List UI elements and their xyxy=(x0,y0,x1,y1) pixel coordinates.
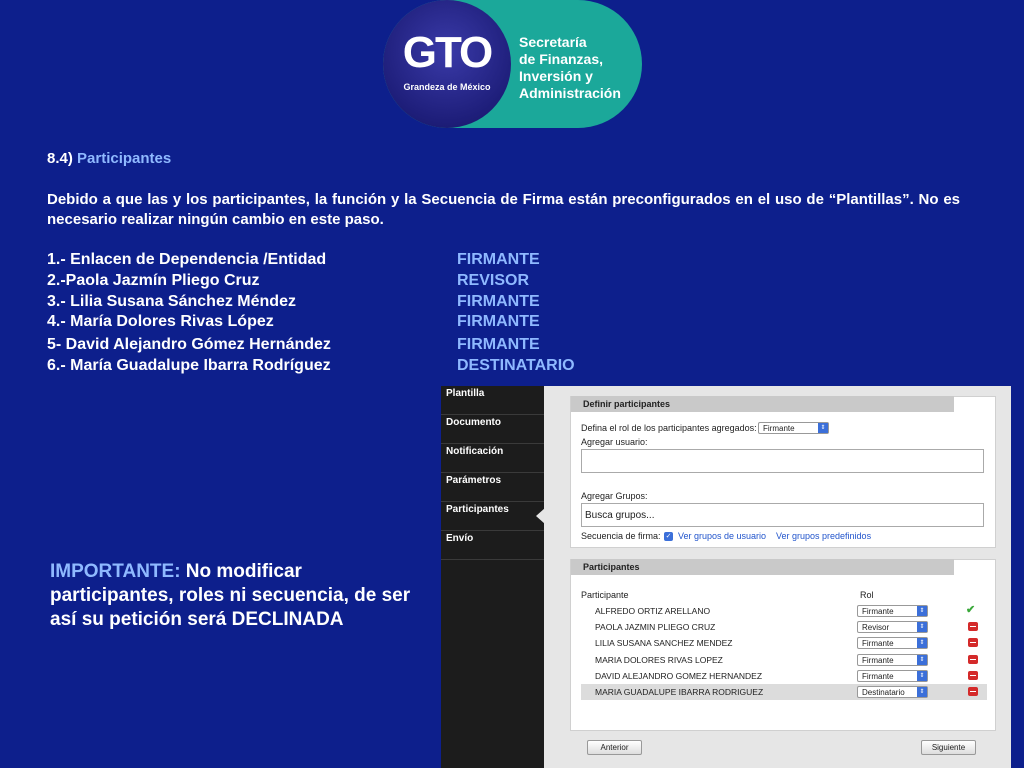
table-row[interactable]: LILIA SUSANA SANCHEZ MENDEZ Firmante ⇕ xyxy=(581,635,987,651)
participant-row: 3.- Lilia Susana Sánchez Méndez FIRMANTE xyxy=(47,293,607,314)
previous-button[interactable]: Anterior xyxy=(587,740,642,755)
row-role-select[interactable]: Firmante ⇕ xyxy=(857,637,928,650)
participant-role: FIRMANTE xyxy=(457,313,540,331)
table-row[interactable]: DAVID ALEJANDRO GOMEZ HERNANDEZ Firmante ⇕ xyxy=(581,668,987,684)
participant-row: 2.-Paola Jazmín Pliego Cruz REVISOR xyxy=(47,272,607,293)
chevron-updown-icon: ⇕ xyxy=(917,606,927,616)
remove-icon[interactable] xyxy=(968,654,978,664)
col-role-header: Rol xyxy=(860,590,874,600)
chevron-updown-icon: ⇕ xyxy=(917,654,927,665)
sidebar-item-participantes[interactable]: Participantes xyxy=(441,502,545,531)
row-role-value: Destinatario xyxy=(862,688,905,697)
next-button[interactable]: Siguiente xyxy=(921,740,976,755)
participant-row: 1.- Enlacen de Dependencia /Entidad FIRMA… xyxy=(47,251,607,272)
participant-row: 5- David Alejandro Gómez Hernández FIRMAN… xyxy=(47,336,607,357)
role-label: Defina el rol de los participantes agreg… xyxy=(581,423,757,433)
section-number: 8.4) xyxy=(47,150,73,167)
active-arrow-icon xyxy=(536,508,545,524)
participant-role: FIRMANTE xyxy=(457,251,540,268)
section-title: Participantes xyxy=(77,150,172,167)
participant-name: 6.- María Guadalupe Ibarra Rodríguez xyxy=(47,356,331,374)
sidebar-item-parametros[interactable]: Parámetros xyxy=(441,473,544,502)
participant-name: 4.- María Dolores Rivas López xyxy=(47,313,274,331)
participant-row: 6.- María Guadalupe Ibarra Rodríguez DEST… xyxy=(47,357,607,378)
participant-name-cell: LILIA SUSANA SANCHEZ MENDEZ xyxy=(595,638,733,649)
row-role-select[interactable]: Firmante ⇕ xyxy=(857,653,928,666)
row-role-value: Revisor xyxy=(862,623,890,633)
logo-org-name: Secretaría de Finanzas, Inversión y Admi… xyxy=(519,34,621,101)
participant-name: 3.- Lilia Susana Sánchez Méndez xyxy=(47,292,296,310)
description-text: Debido a que las y los participantes, la… xyxy=(47,191,960,228)
logo-tagline: Grandeza de México xyxy=(403,82,491,92)
table-row[interactable]: MARIA GUADALUPE IBARRA RODRIGUEZ Destinat… xyxy=(581,684,987,700)
remove-icon[interactable] xyxy=(968,687,978,696)
participant-role: DESTINATARIO xyxy=(457,356,575,374)
row-role-value: Firmante xyxy=(862,655,894,665)
row-role-value: Firmante xyxy=(862,639,894,649)
row-role-select[interactable]: Firmante ⇕ xyxy=(857,605,928,617)
check-icon: ✔ xyxy=(966,604,976,616)
predefined-groups-link[interactable]: Ver grupos predefinidos xyxy=(776,531,871,541)
col-participant-header: Participante xyxy=(581,590,629,600)
add-user-input[interactable] xyxy=(581,449,984,473)
participant-name: 1.- Enlacen de Dependencia /Entidad xyxy=(47,251,327,268)
participants-panel: Participantes Participante Rol ALFREDO O… xyxy=(570,559,996,731)
sidebar-item-envio[interactable]: Envío xyxy=(441,531,544,560)
participant-role: FIRMANTE xyxy=(457,292,540,310)
row-role-select[interactable]: Revisor ⇕ xyxy=(857,621,928,634)
sequence-checkbox[interactable]: ✓ xyxy=(664,532,673,541)
row-role-value: Firmante xyxy=(862,607,894,616)
chevron-updown-icon: ⇕ xyxy=(818,423,828,433)
important-note: IMPORTANTE: No modificar participantes, … xyxy=(50,560,430,632)
sidebar-item-documento[interactable]: Documento xyxy=(441,415,544,444)
participant-name-cell: MARIA DOLORES RIVAS LOPEZ xyxy=(595,654,723,665)
participant-name-cell: MARIA GUADALUPE IBARRA RODRIGUEZ xyxy=(595,687,764,697)
panel-title: Definir participantes xyxy=(571,396,954,412)
logo-brand: GTO xyxy=(402,28,494,77)
participant-list: 1.- Enlacen de Dependencia /Entidad FIRMA… xyxy=(47,251,607,378)
wizard-sidebar: Plantilla Documento Notificación Parámet… xyxy=(441,386,545,768)
table-row[interactable]: ALFREDO ORTIZ ARELLANO Firmante ⇕ ✔ xyxy=(581,603,987,619)
table-row[interactable]: MARIA DOLORES RIVAS LOPEZ Firmante ⇕ xyxy=(581,652,987,668)
important-keyword: IMPORTANTE: xyxy=(50,561,181,582)
sidebar-item-notificacion[interactable]: Notificación xyxy=(441,444,544,473)
define-participants-panel: Definir participantes Defina el rol de l… xyxy=(570,396,996,548)
role-select[interactable]: Firmante ⇕ xyxy=(758,422,829,434)
chevron-updown-icon: ⇕ xyxy=(917,622,927,633)
table-row[interactable]: PAOLA JAZMIN PLIEGO CRUZ Revisor ⇕ xyxy=(581,619,987,635)
add-groups-input[interactable]: Busca grupos... xyxy=(581,503,984,527)
add-user-label: Agregar usuario: xyxy=(581,437,648,447)
participant-name-cell: PAOLA JAZMIN PLIEGO CRUZ xyxy=(595,622,716,633)
participant-name-cell: DAVID ALEJANDRO GOMEZ HERNANDEZ xyxy=(595,670,763,681)
sequence-label: Secuencia de firma: xyxy=(581,531,661,541)
panel-title: Participantes xyxy=(571,559,954,575)
remove-icon[interactable] xyxy=(968,622,978,632)
section-heading: 8.4) Participantes xyxy=(47,150,171,167)
chevron-updown-icon: ⇕ xyxy=(917,638,927,649)
logo-circle: GTO Grandeza de México xyxy=(383,0,511,128)
participant-role: FIRMANTE xyxy=(457,336,540,354)
app-screenshot: Plantilla Documento Notificación Parámet… xyxy=(441,386,1011,768)
row-role-select[interactable]: Firmante ⇕ xyxy=(857,669,928,682)
sidebar-item-plantilla[interactable]: Plantilla xyxy=(441,386,544,415)
remove-icon[interactable] xyxy=(968,638,978,648)
participant-role: REVISOR xyxy=(457,271,530,289)
participant-name: 2.-Paola Jazmín Pliego Cruz xyxy=(47,271,260,289)
participant-name-cell: ALFREDO ORTIZ ARELLANO xyxy=(595,606,711,616)
chevron-updown-icon: ⇕ xyxy=(917,670,927,681)
participant-row: 4.- María Dolores Rivas López FIRMANTE xyxy=(47,313,607,334)
chevron-updown-icon: ⇕ xyxy=(917,687,927,697)
gto-logo: GTO Grandeza de México Secretaría de Fin… xyxy=(383,0,642,128)
remove-icon[interactable] xyxy=(968,670,978,680)
role-select-value: Firmante xyxy=(763,424,795,433)
participant-name: 5- David Alejandro Gómez Hernández xyxy=(47,336,331,354)
sidebar-item-label: Participantes xyxy=(446,504,509,515)
add-groups-label: Agregar Grupos: xyxy=(581,491,648,501)
row-role-value: Firmante xyxy=(862,671,894,681)
row-role-select[interactable]: Destinatario ⇕ xyxy=(857,686,928,698)
user-groups-link[interactable]: Ver grupos de usuario xyxy=(678,531,766,541)
